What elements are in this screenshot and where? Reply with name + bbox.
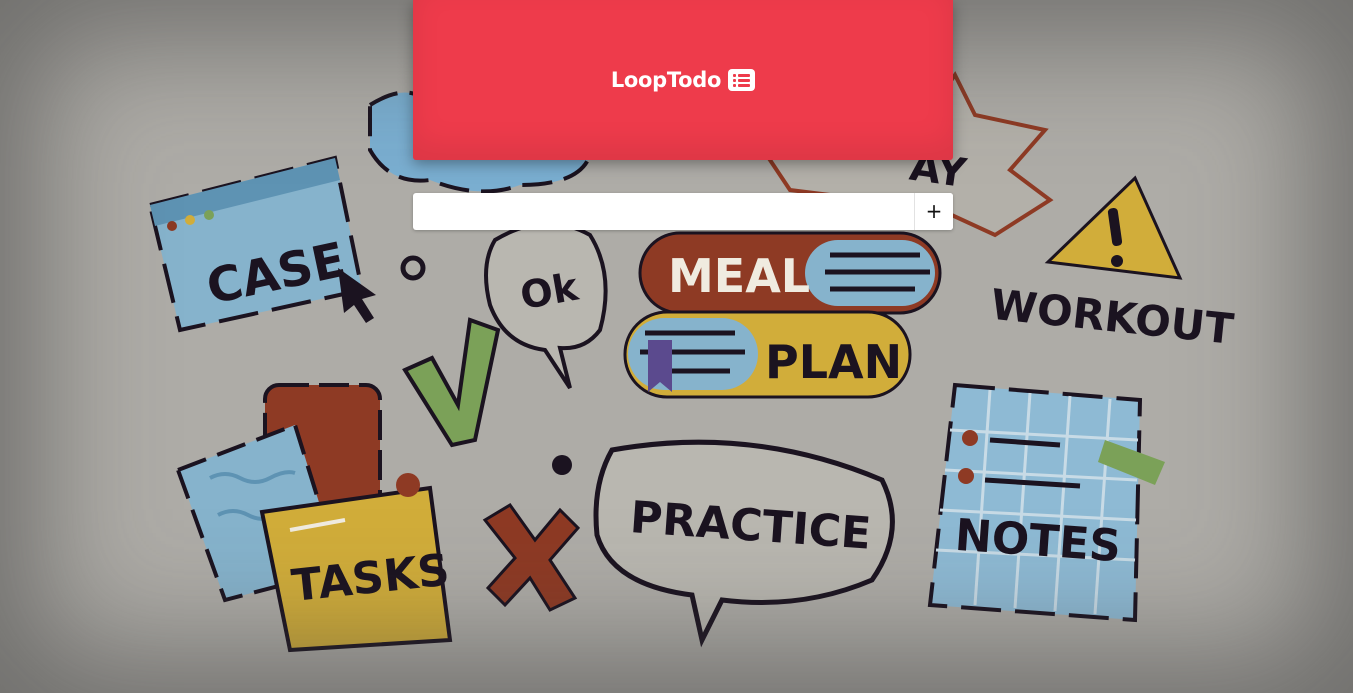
app-brand: LoopTodo <box>610 68 756 92</box>
plan-label: PLAN <box>765 335 902 389</box>
meal-label: MEAL <box>668 249 810 303</box>
app-header: LoopTodo <box>413 0 953 160</box>
add-todo-form: + <box>413 193 953 230</box>
notes-sticker: NOTES <box>927 382 1165 623</box>
app-title: LoopTodo <box>610 68 722 92</box>
todo-input[interactable] <box>413 193 914 230</box>
add-todo-button[interactable]: + <box>914 193 953 230</box>
list-icon <box>728 69 756 91</box>
